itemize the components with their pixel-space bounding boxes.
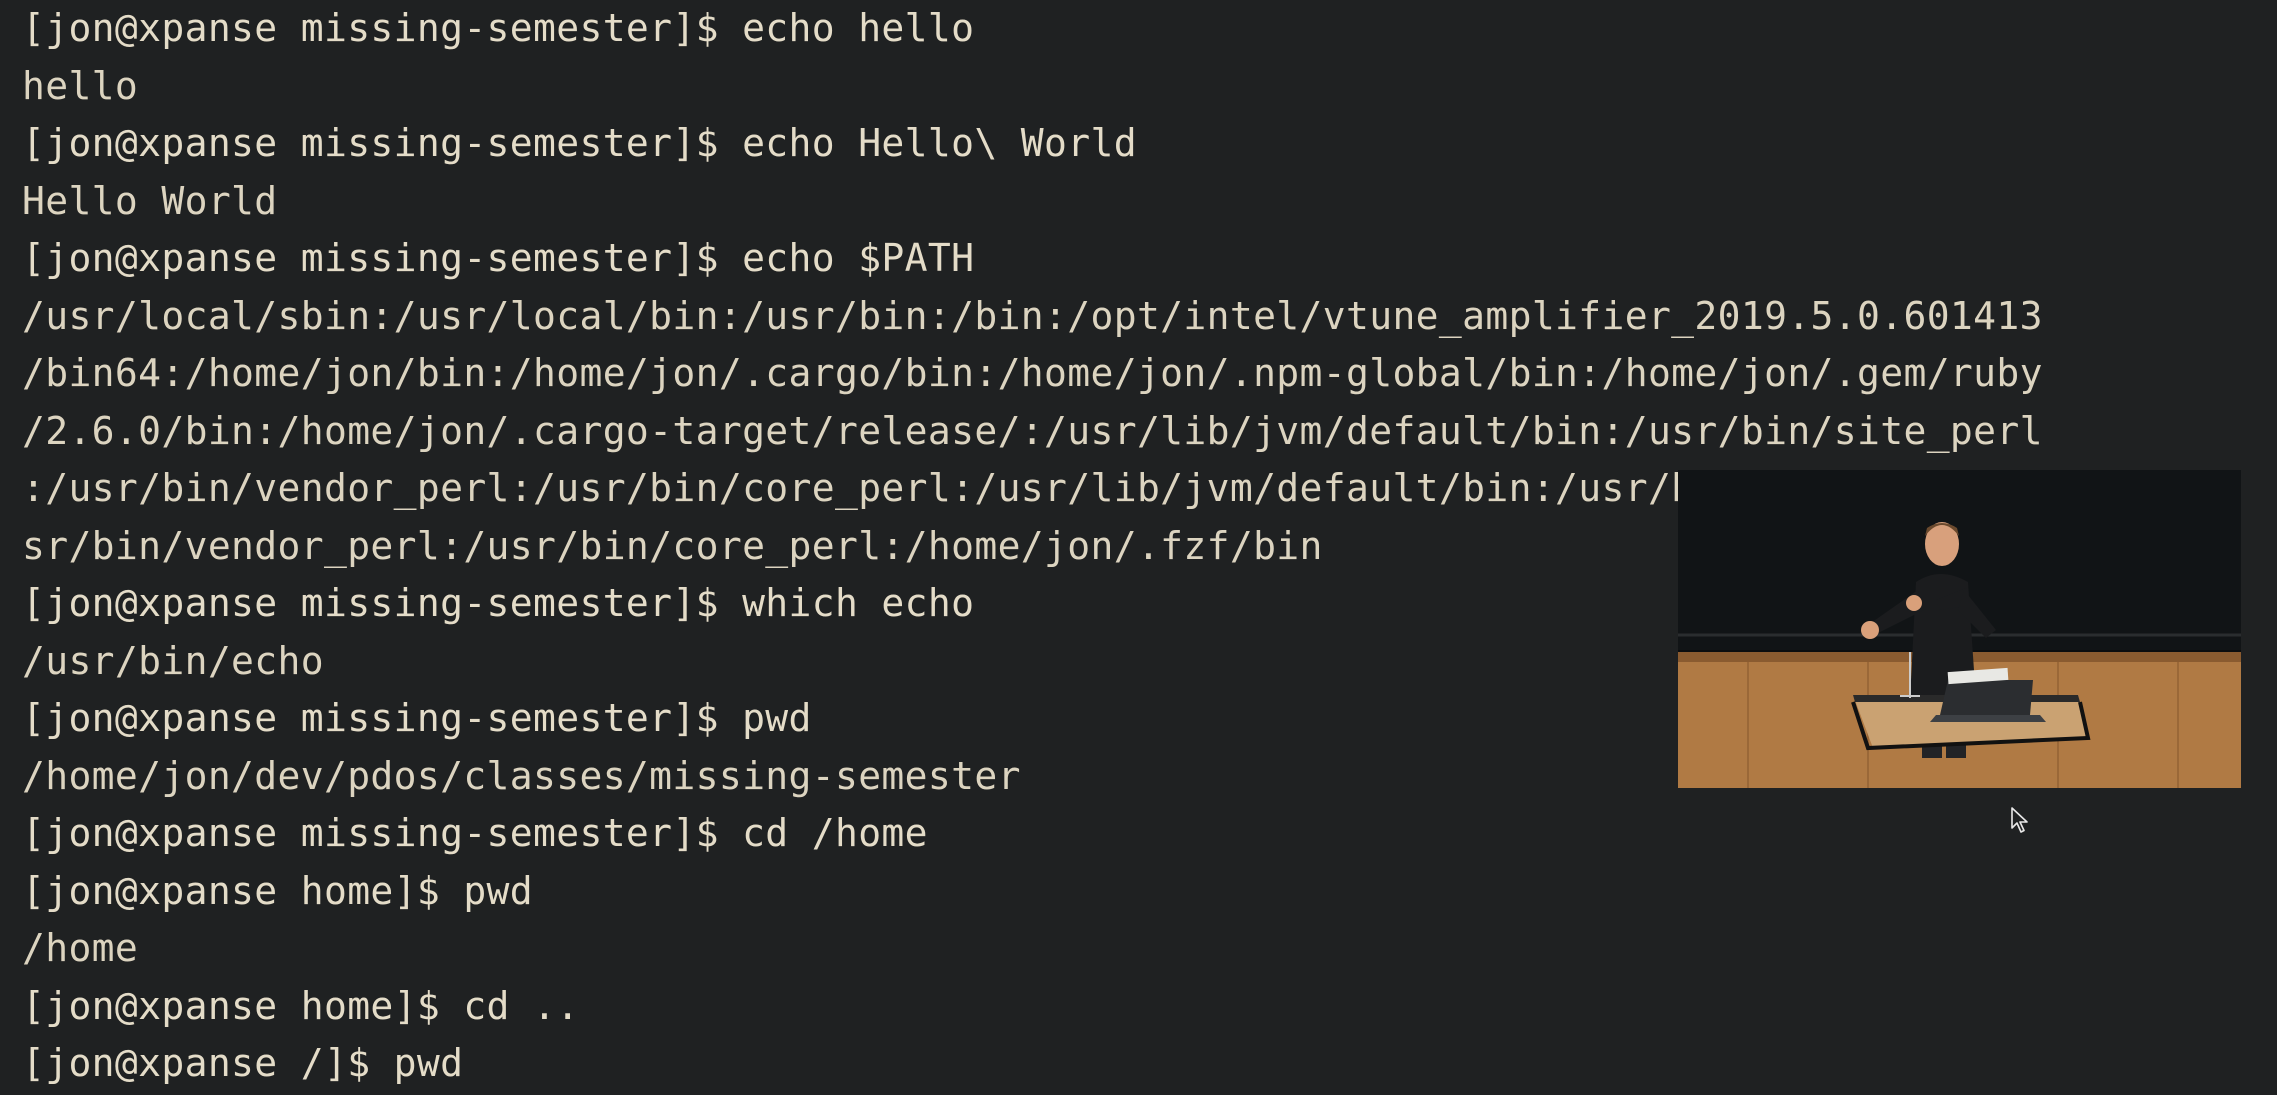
- mouse-pointer-icon: [2011, 807, 2028, 833]
- terminal-line: /bin64:/home/jon/bin:/home/jon/.cargo/bi…: [22, 351, 2043, 395]
- terminal-line: [jon@xpanse missing-semester]$ echo $PAT…: [22, 236, 975, 280]
- terminal-line: [jon@xpanse missing-semester]$ cd /home: [22, 811, 928, 855]
- terminal-line: [jon@xpanse home]$ pwd: [22, 868, 534, 913]
- terminal-line: [jon@xpanse missing-semester]$ echo Hell…: [22, 121, 1137, 165]
- terminal-line: Hello World: [22, 178, 278, 223]
- terminal-line: /2.6.0/bin:/home/jon/.cargo-target/relea…: [22, 408, 2043, 453]
- terminal-line: [jon@xpanse home]$ cd ..: [22, 983, 580, 1028]
- lecturer-video-overlay[interactable]: [1678, 470, 2241, 788]
- lecturer-video-icon: [1678, 470, 2241, 788]
- terminal-line: [jon@xpanse /]$ pwd: [22, 1041, 464, 1085]
- terminal-window[interactable]: [jon@xpanse missing-semester]$ echo hell…: [0, 0, 2277, 1095]
- terminal-line: [jon@xpanse missing-semester]$ echo hell…: [22, 6, 975, 50]
- terminal-line: /home: [22, 926, 139, 970]
- terminal-line: /usr/local/sbin:/usr/local/bin:/usr/bin:…: [22, 293, 2043, 338]
- terminal-line: hello: [22, 63, 139, 108]
